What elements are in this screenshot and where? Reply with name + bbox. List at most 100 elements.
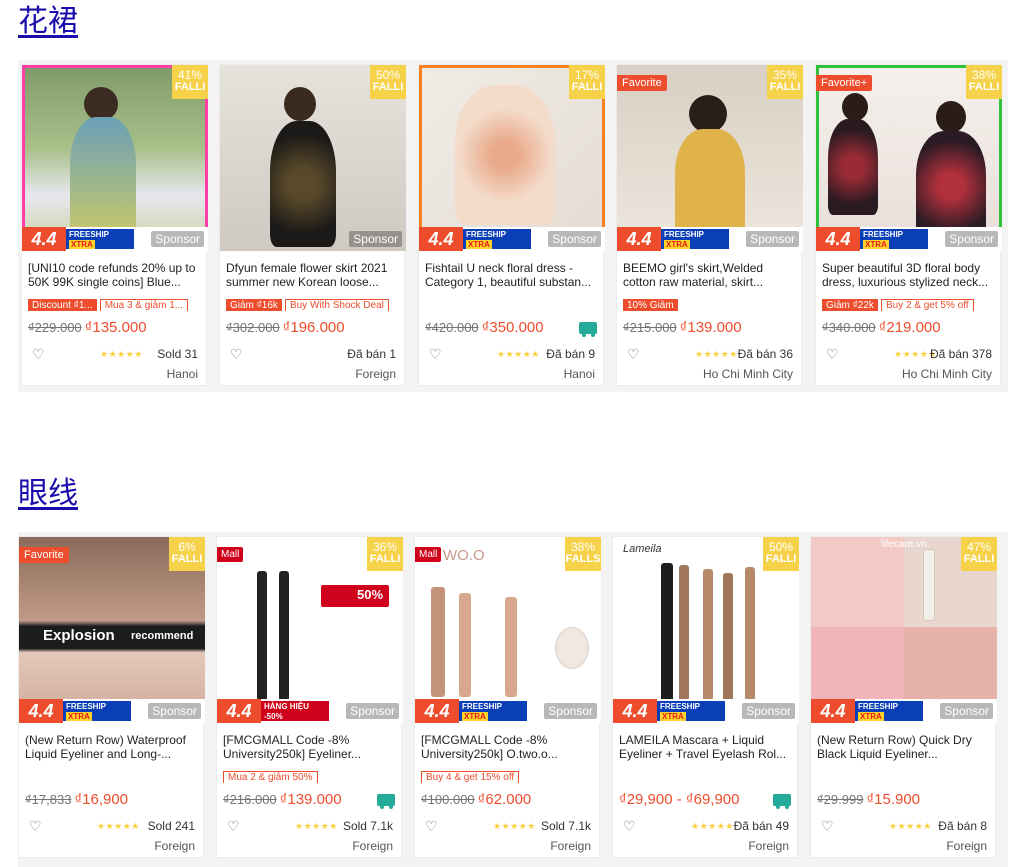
sale-price: ₫139.000 (279, 791, 342, 808)
product-name[interactable]: [UNI10 code refunds 20% up to 50K 99K si… (28, 261, 202, 289)
rating-stars: ★★★★★ (497, 349, 540, 359)
sponsor-label: Sponsor (945, 231, 998, 247)
product-name[interactable]: [FMCGMALL Code -8% University250k] Eyeli… (223, 733, 397, 761)
price-row: ₫17,833 ₫16,900 (25, 791, 201, 811)
heart-outline-icon[interactable]: ♡ (623, 819, 636, 833)
product-image[interactable]: lifecare.vn 47% FALLI 4.4 FREESHIP XTRA Sp… (811, 537, 997, 723)
product-name[interactable]: (New Return Row) Quick Dry Black Liquid … (817, 733, 991, 761)
price-row: ₫216.000 ₫139.000 (223, 791, 399, 811)
product-image[interactable]: Explosion recommend Favorite 6% FALLI 4.4… (19, 537, 205, 723)
sale-price: ₫16,900 (74, 791, 129, 808)
original-price: ₫340.000 (822, 320, 876, 335)
shop-location: Foreign (550, 839, 591, 853)
shop-location: Foreign (946, 839, 987, 853)
product-card[interactable]: 17% FALLI 4.4 FREESHIP XTRA Sponsor Fishta… (418, 64, 605, 386)
deal-tag: Mua 3 & giảm 1... (99, 299, 189, 311)
mall-badge: Mall (415, 547, 442, 562)
promo-44-badge: 4.4 (217, 699, 261, 723)
original-price: ₫302.000 (226, 320, 280, 335)
original-price: ₫215.000 (623, 320, 677, 335)
heart-outline-icon[interactable]: ♡ (826, 347, 839, 361)
product-image[interactable]: Favorite 35% FALLI 4.4 FREESHIP XTRA Spons… (617, 65, 803, 251)
product-name[interactable]: BEEMO girl's skirt,Welded cotton raw mat… (623, 261, 797, 289)
product-card[interactable]: 41% FALLI 4.4 FREESHIP XTRA Sponsor [UNI10… (21, 64, 208, 386)
product-name[interactable]: (New Return Row) Waterproof Liquid Eyeli… (25, 733, 199, 761)
heart-outline-icon[interactable]: ♡ (227, 819, 240, 833)
product-name[interactable]: Fishtail U neck floral dress - Category … (425, 261, 599, 289)
product-name[interactable]: [FMCGMALL Code -8% University250k] O.two… (421, 733, 595, 761)
favorite-badge: Favorite (19, 547, 69, 563)
product-image[interactable]: 50% Mall 36% FALLI 4.4 HÀNG HIỆU -50% Spo… (217, 537, 403, 723)
product-image[interactable]: Favorite+ 38% FALLI 4.4 FREESHIP XTRA Spon… (816, 65, 1002, 251)
shop-location: Foreign (154, 839, 195, 853)
sold-count: Đã bán 378 (929, 347, 992, 361)
product-card[interactable]: Favorite+ 38% FALLI 4.4 FREESHIP XTRA Spon… (815, 64, 1002, 386)
promo-44-badge: 4.4 (617, 227, 661, 251)
product-card[interactable]: Lameila 50% FALLI 4.4 FREESHIP XTRA Sponso… (612, 536, 799, 858)
rating-stars: ★★★★★ (493, 821, 536, 831)
product-card[interactable]: 50% Mall 36% FALLI 4.4 HÀNG HIỆU -50% Spo… (216, 536, 403, 858)
heart-outline-icon[interactable]: ♡ (821, 819, 834, 833)
product-card[interactable]: 50% FALLI Sponsor Dfyun female flower ski… (219, 64, 406, 386)
product-image[interactable]: 50% FALLI Sponsor (220, 65, 406, 251)
brand-sale-badge: HÀNG HIỆU -50% (261, 701, 329, 721)
promo-44-badge: 4.4 (613, 699, 657, 723)
rating-stars: ★★★★★ (100, 349, 143, 359)
shop-location: Hanoi (166, 367, 198, 381)
section-title-link[interactable]: 花裙 (18, 4, 78, 40)
product-image[interactable]: Lameila 50% FALLI 4.4 FREESHIP XTRA Sponso… (613, 537, 799, 723)
shop-location: Ho Chi Minh City (702, 367, 793, 381)
freeship-badge: FREESHIP XTRA (463, 229, 531, 249)
sold-count: Đã bán 36 (737, 347, 793, 361)
image-caption: recommend (131, 630, 194, 642)
sale-price: ₫139.000 (679, 319, 742, 336)
sponsor-label: Sponsor (148, 703, 201, 719)
sold-count: Đã bán 8 (938, 819, 987, 833)
sold-count: Sold 7.1k (540, 819, 591, 833)
discount-tag: Giảm ₫22k (822, 299, 878, 311)
price-row: ₫302.000 ₫196.000 (226, 319, 402, 339)
heart-outline-icon[interactable]: ♡ (29, 819, 42, 833)
heart-outline-icon[interactable]: ♡ (425, 819, 438, 833)
product-tags: Mua 2 & giảm 50% (223, 767, 399, 783)
product-image[interactable]: WO.O Mall 38% FALLS 4.4 FREESHIP XTRA Spon… (415, 537, 601, 723)
product-grid: Explosion recommend Favorite 6% FALLI 4.4… (18, 532, 1008, 867)
deal-tag: Mua 2 & giảm 50% (223, 771, 318, 783)
product-card[interactable]: lifecare.vn 47% FALLI 4.4 FREESHIP XTRA Sp… (810, 536, 997, 858)
sponsor-label: Sponsor (151, 231, 204, 247)
sold-count: Sold 31 (157, 347, 198, 361)
original-price: ₫17,833 (25, 792, 72, 807)
product-image[interactable]: 17% FALLI 4.4 FREESHIP XTRA Sponsor (419, 65, 605, 251)
freeship-badge: FREESHIP XTRA (459, 701, 527, 721)
heart-outline-icon[interactable]: ♡ (32, 347, 45, 361)
discount-badge: 41% FALLI (172, 65, 208, 99)
promo-44-badge: 4.4 (816, 227, 860, 251)
section-title-link[interactable]: 眼线 (18, 476, 78, 512)
price-row: ₫100.000 ₫62.000 (421, 791, 597, 811)
heart-outline-icon[interactable]: ♡ (429, 347, 442, 361)
original-price: ₫100.000 (421, 792, 475, 807)
product-image[interactable]: 41% FALLI 4.4 FREESHIP XTRA Sponsor (22, 65, 208, 251)
product-tags: Giảm ₫16k Buy With Shock Deal (226, 295, 402, 311)
discount-badge: 38% FALLS (565, 537, 601, 571)
product-name[interactable]: Dfyun female flower skirt 2021 summer ne… (226, 261, 400, 289)
sold-count: Đã bán 49 (733, 819, 789, 833)
sold-count: Sold 241 (147, 819, 195, 833)
heart-outline-icon[interactable]: ♡ (230, 347, 243, 361)
product-card[interactable]: WO.O Mall 38% FALLS 4.4 FREESHIP XTRA Spon… (414, 536, 601, 858)
discount-badge: 36% FALLI (367, 537, 403, 571)
discount-badge: 50% FALLI (370, 65, 406, 99)
sold-count: Đã bán 9 (546, 347, 595, 361)
rating-stars: ★★★★★ (889, 821, 932, 831)
product-card[interactable]: Favorite 35% FALLI 4.4 FREESHIP XTRA Spons… (616, 64, 803, 386)
product-name[interactable]: Super beautiful 3D floral body dress, lu… (822, 261, 996, 289)
sold-count: Đã bán 1 (347, 347, 396, 361)
freeship-badge: FREESHIP XTRA (63, 701, 131, 721)
freeship-badge: FREESHIP XTRA (855, 701, 923, 721)
product-name[interactable]: LAMEILA Mascara + Liquid Eyeliner + Trav… (619, 733, 793, 761)
product-card[interactable]: Explosion recommend Favorite 6% FALLI 4.4… (18, 536, 205, 858)
free-shipping-truck-icon (377, 794, 395, 809)
sponsor-label: Sponsor (746, 231, 799, 247)
heart-outline-icon[interactable]: ♡ (627, 347, 640, 361)
freeship-badge: FREESHIP XTRA (66, 229, 134, 249)
